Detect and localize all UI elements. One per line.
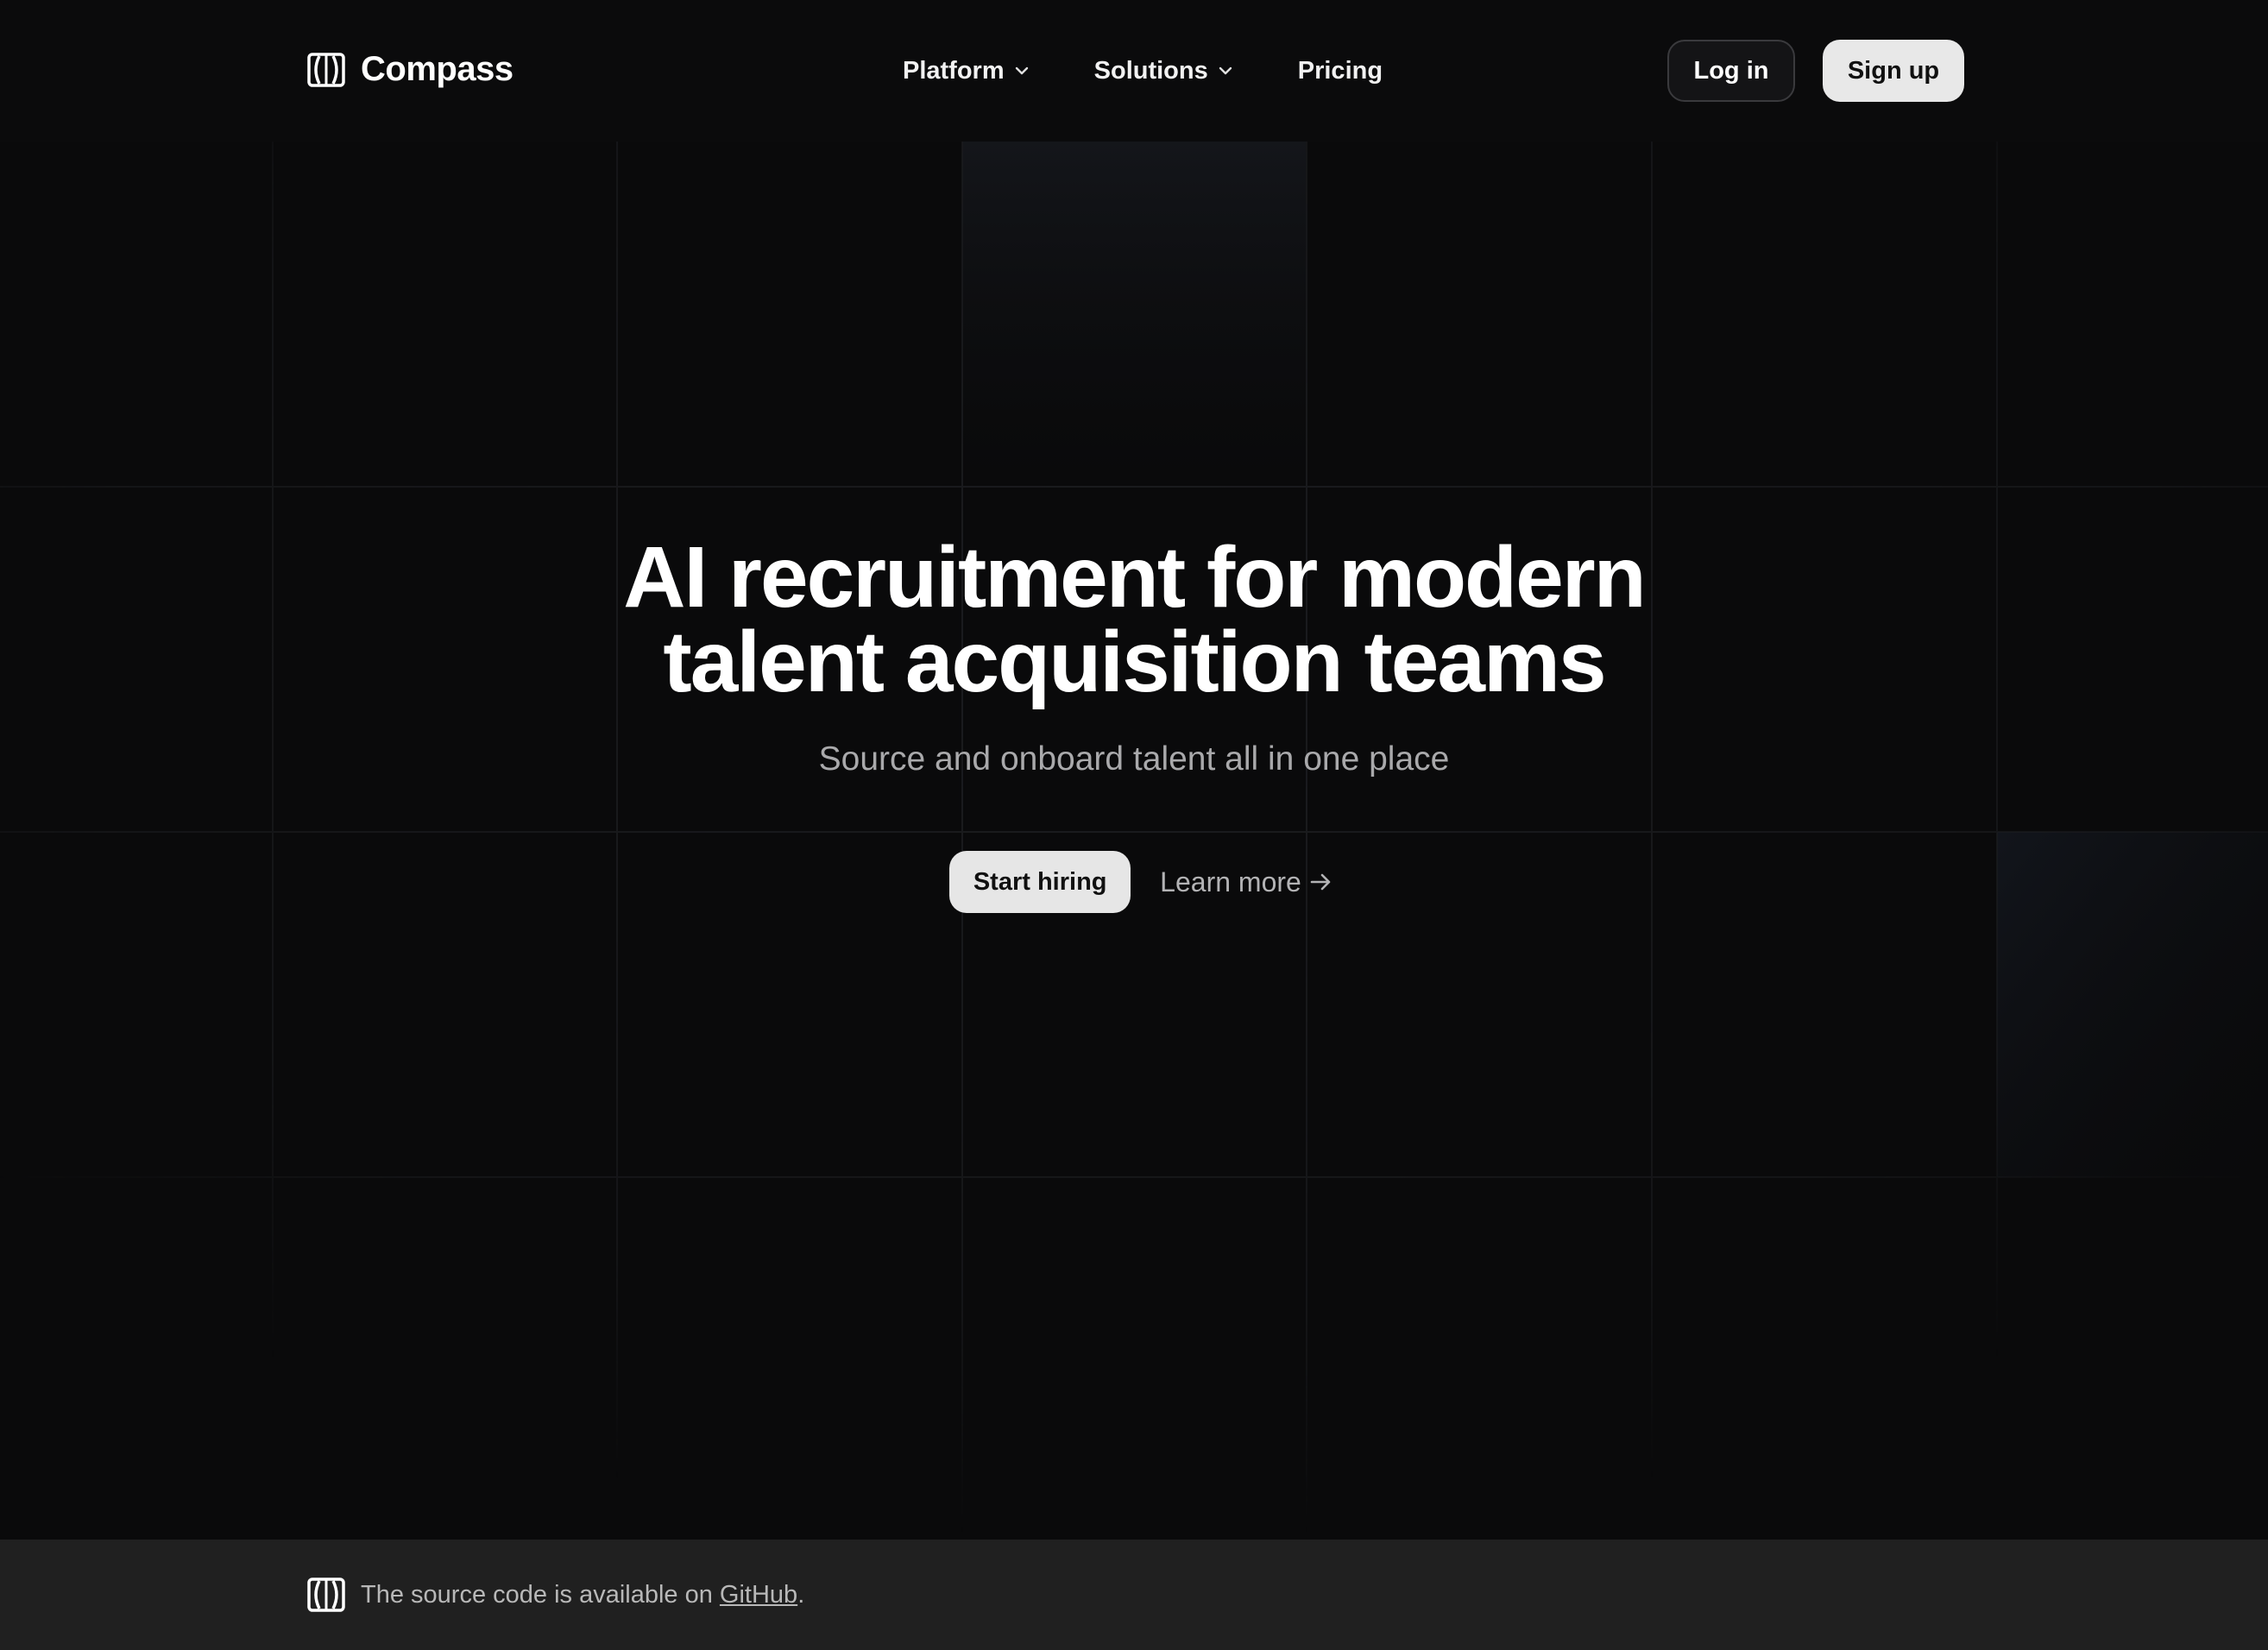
- site-header: Compass Platform Solutions Pricing Log i…: [0, 0, 2268, 142]
- hero-grid-background: [0, 142, 2268, 1540]
- learn-more-link[interactable]: Learn more: [1160, 866, 1332, 898]
- learn-more-label: Learn more: [1160, 866, 1301, 897]
- hero-title-line: AI recruitment for modern: [623, 529, 1647, 626]
- nav-item-pricing[interactable]: Pricing: [1298, 57, 1383, 85]
- hero-section: AI recruitment for modern talent acquisi…: [0, 529, 2268, 778]
- start-hiring-button[interactable]: Start hiring: [949, 851, 1131, 913]
- landing-page: Compass Platform Solutions Pricing Log i…: [0, 0, 2268, 1650]
- nav-item-label: Platform: [903, 56, 1005, 85]
- login-button[interactable]: Log in: [1667, 40, 1795, 102]
- chevron-down-icon: [1015, 66, 1028, 75]
- footer-content: The source code is available on GitHub.: [307, 1578, 804, 1612]
- hero-cta-group: Start hiring Learn more: [0, 851, 2268, 913]
- chevron-down-icon: [1219, 66, 1232, 75]
- footer-text: The source code is available on GitHub.: [361, 1581, 804, 1609]
- brand-home-link[interactable]: Compass: [307, 50, 513, 89]
- github-link[interactable]: GitHub: [720, 1581, 797, 1609]
- nav-item-solutions[interactable]: Solutions: [1094, 57, 1232, 85]
- site-footer: The source code is available on GitHub.: [0, 1540, 2268, 1650]
- main-nav: Platform Solutions Pricing: [903, 52, 1383, 90]
- hero-subtitle: Source and onboard talent all in one pla…: [818, 740, 1450, 778]
- footer-text-after: .: [797, 1580, 805, 1609]
- nav-item-label: Solutions: [1093, 56, 1208, 85]
- arrow-right-icon: [1310, 873, 1331, 891]
- nav-item-platform[interactable]: Platform: [903, 57, 1029, 85]
- hero-title-line: talent acquisition teams: [663, 614, 1606, 710]
- compass-logo-icon: [307, 52, 345, 87]
- nav-item-label: Pricing: [1297, 56, 1383, 85]
- hero-title: AI recruitment for modern talent acquisi…: [0, 529, 2268, 710]
- brand-name: Compass: [361, 50, 513, 88]
- grid-cell-highlight: [962, 142, 1306, 487]
- signup-button[interactable]: Sign up: [1823, 40, 1964, 102]
- compass-logo-icon: [307, 1578, 345, 1612]
- footer-text-before: The source code is available on: [361, 1580, 720, 1609]
